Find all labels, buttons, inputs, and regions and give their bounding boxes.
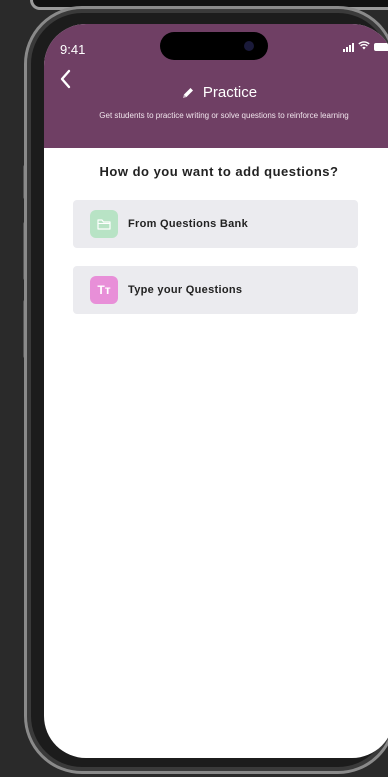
dynamic-island bbox=[160, 32, 268, 60]
from-questions-bank-button[interactable]: From Questions Bank bbox=[73, 200, 358, 248]
page-title: Practice bbox=[202, 84, 258, 101]
signal-icon bbox=[343, 42, 354, 52]
pencil-icon bbox=[182, 87, 193, 98]
camera-icon bbox=[244, 41, 254, 51]
folder-icon bbox=[90, 210, 118, 238]
option-label: From Questions Bank bbox=[128, 218, 248, 230]
phone-screen: 9:41 Practice Get students to practice w… bbox=[44, 24, 388, 758]
question-heading: How do you want to add questions? bbox=[99, 164, 339, 179]
header: 9:41 Practice Get students to practice w… bbox=[44, 24, 388, 148]
option-label: Type your Questions bbox=[128, 284, 243, 296]
wifi-icon bbox=[358, 41, 370, 53]
type-your-questions-button[interactable]: Tт Type your Questions bbox=[73, 266, 358, 314]
text-type-icon: Tт bbox=[90, 276, 118, 304]
battery-icon bbox=[374, 43, 388, 51]
status-icons bbox=[343, 41, 388, 53]
title-row: Practice bbox=[44, 84, 388, 101]
status-time: 9:41 bbox=[60, 42, 86, 57]
page-subtitle: Get students to practice writing or solv… bbox=[99, 111, 349, 120]
